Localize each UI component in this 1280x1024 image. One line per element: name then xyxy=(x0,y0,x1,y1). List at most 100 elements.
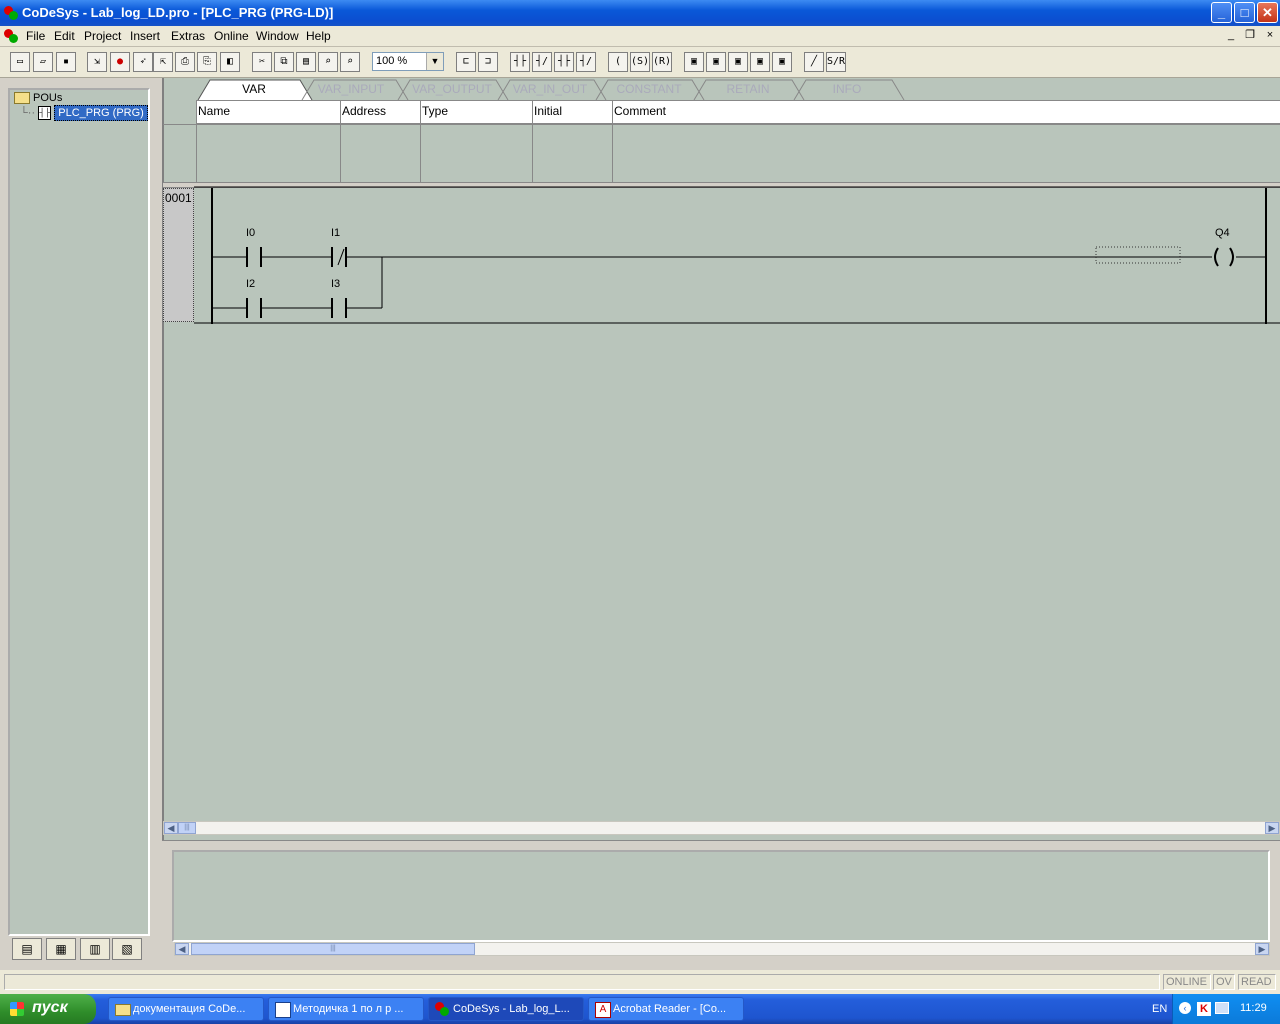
maximize-button[interactable]: □ xyxy=(1234,2,1255,23)
scroll-left-icon[interactable]: ◀ xyxy=(164,822,178,834)
contact-label[interactable]: I2 xyxy=(246,278,255,290)
antivirus-icon[interactable]: K xyxy=(1197,1002,1211,1016)
document-icon[interactable] xyxy=(4,29,18,43)
taskbar-item-codesys[interactable]: CoDeSys - Lab_log_L... xyxy=(428,997,584,1021)
logout-icon[interactable]: ⇱ xyxy=(153,52,173,72)
open-folder-icon[interactable]: ▱ xyxy=(33,52,53,72)
tab-info[interactable]: INFO xyxy=(804,80,890,99)
stop-icon[interactable]: ● xyxy=(110,52,130,72)
minimize-button[interactable]: _ xyxy=(1211,2,1232,23)
save-icon[interactable]: ▪ xyxy=(56,52,76,72)
zoom-select[interactable]: 100 % ▼ xyxy=(372,52,444,71)
replace-icon[interactable]: ⌕ xyxy=(340,52,360,72)
function-block-icon[interactable]: ▣ xyxy=(684,52,704,72)
insert-network-before-icon[interactable]: ⊐ xyxy=(478,52,498,72)
language-indicator[interactable]: EN xyxy=(1152,1003,1167,1015)
clock: 11:29 xyxy=(1240,1002,1267,1014)
tab-var-input[interactable]: VAR_INPUT xyxy=(310,80,392,99)
login-icon[interactable]: ⇲ xyxy=(87,52,107,72)
print-preview-icon[interactable]: ⎘ xyxy=(197,52,217,72)
system-tray: ‹ K 11:29 xyxy=(1172,994,1280,1024)
mdi-restore-button[interactable]: ❐ xyxy=(1243,29,1257,42)
tab-visualizations-icon[interactable]: ▥ xyxy=(80,938,110,960)
contact-icon[interactable]: ┤├ xyxy=(510,52,530,72)
tab-datatypes-icon[interactable]: ▦ xyxy=(46,938,76,960)
contact-i2[interactable] xyxy=(246,298,262,318)
scroll-left-icon[interactable]: ◀ xyxy=(175,943,189,955)
tab-var[interactable]: VAR xyxy=(212,80,296,99)
tab-pous-icon[interactable]: ▤ xyxy=(12,938,42,960)
col-comment[interactable]: Comment xyxy=(614,104,666,118)
pou-tree[interactable]: POUs └·· ┤├ PLC_PRG (PRG) xyxy=(8,88,150,936)
tab-retain[interactable]: RETAIN xyxy=(704,80,792,99)
network-number[interactable]: 0001 xyxy=(163,188,194,322)
menu-online[interactable]: Online xyxy=(214,29,249,43)
new-file-icon[interactable]: ▭ xyxy=(10,52,30,72)
contact-label[interactable]: I1 xyxy=(331,227,340,239)
print-icon[interactable]: ⎙ xyxy=(175,52,195,72)
negate-icon[interactable]: ╱ xyxy=(804,52,824,72)
start-button[interactable]: пуск xyxy=(0,994,96,1024)
contact-label[interactable]: I0 xyxy=(246,227,255,239)
tab-constant[interactable]: CONSTANT xyxy=(606,80,692,99)
menu-edit[interactable]: Edit xyxy=(54,29,75,43)
tree-item-plc-prg[interactable]: └·· ┤├ PLC_PRG (PRG) xyxy=(20,104,148,121)
menu-insert[interactable]: Insert xyxy=(130,29,160,43)
tray-expand-icon[interactable]: ‹ xyxy=(1179,1002,1191,1014)
col-type[interactable]: Type xyxy=(422,104,448,118)
trigger-block-icon[interactable]: ▣ xyxy=(750,52,770,72)
status-online: ONLINE xyxy=(1163,974,1211,990)
parallel-negated-contact-icon[interactable]: ┤/├ xyxy=(576,52,596,72)
taskbar-item-word[interactable]: Методичка 1 по л р ... xyxy=(268,997,424,1021)
menu-window[interactable]: Window xyxy=(256,29,299,43)
coil-label[interactable]: Q4 xyxy=(1215,227,1230,239)
taskbar-item-acrobat[interactable]: A Acrobat Reader - [Co... xyxy=(588,997,744,1021)
find-icon[interactable]: ⌕ xyxy=(318,52,338,72)
scroll-thumb[interactable]: ||| xyxy=(178,822,196,834)
status-bar: ONLINE OV READ xyxy=(0,970,1280,994)
insert-network-after-icon[interactable]: ⊏ xyxy=(456,52,476,72)
reset-coil-icon[interactable]: (R) xyxy=(652,52,672,72)
tree-root-pous[interactable]: POUs xyxy=(14,92,62,105)
contact-label[interactable]: I3 xyxy=(331,278,340,290)
tab-resources-icon[interactable]: ▧ xyxy=(112,938,142,960)
menu-file[interactable]: File xyxy=(26,29,45,43)
coil-icon[interactable]: ( ) xyxy=(608,52,628,72)
negated-contact-icon[interactable]: ┤/├ xyxy=(532,52,552,72)
timer-block-icon[interactable]: ▣ xyxy=(706,52,726,72)
menu-project[interactable]: Project xyxy=(84,29,121,43)
box-icon[interactable]: ▣ xyxy=(772,52,792,72)
message-window[interactable] xyxy=(172,850,1270,942)
menu-extras[interactable]: Extras xyxy=(171,29,205,43)
editor-horizontal-scrollbar[interactable]: ◀ ||| ▶ xyxy=(163,821,1280,835)
scroll-thumb[interactable]: ||| xyxy=(191,943,475,955)
chevron-down-icon[interactable]: ▼ xyxy=(426,53,443,70)
taskbar-item-explorer[interactable]: документация CoDe... xyxy=(108,997,264,1021)
network-icon[interactable] xyxy=(1215,1002,1229,1014)
mdi-minimize-button[interactable]: _ xyxy=(1224,29,1238,42)
col-name[interactable]: Name xyxy=(198,104,230,118)
coil-q4[interactable] xyxy=(1214,247,1234,267)
contact-i1-negated[interactable] xyxy=(331,247,347,267)
menu-help[interactable]: Help xyxy=(306,29,331,43)
contact-i3[interactable] xyxy=(331,298,347,318)
counter-block-icon[interactable]: ▣ xyxy=(728,52,748,72)
parallel-contact-icon[interactable]: ┤├ xyxy=(554,52,574,72)
col-initial[interactable]: Initial xyxy=(534,104,562,118)
tab-var-output[interactable]: VAR_OUTPUT xyxy=(408,80,496,99)
run-icon[interactable]: ➶ xyxy=(133,52,153,72)
paste-icon[interactable]: ▤ xyxy=(296,52,316,72)
message-horizontal-scrollbar[interactable]: ◀ ||| ▶ xyxy=(174,942,1270,956)
col-address[interactable]: Address xyxy=(342,104,386,118)
watch-icon[interactable]: ◧ xyxy=(220,52,240,72)
tab-var-in-out[interactable]: VAR_IN_OUT xyxy=(508,80,592,99)
scroll-right-icon[interactable]: ▶ xyxy=(1265,822,1279,834)
contact-i0[interactable] xyxy=(246,247,262,267)
close-button[interactable]: ✕ xyxy=(1257,2,1278,23)
set-reset-icon[interactable]: S/R xyxy=(826,52,846,72)
cut-icon[interactable]: ✂ xyxy=(252,52,272,72)
copy-icon[interactable]: ⧉ xyxy=(274,52,294,72)
set-coil-icon[interactable]: (S) xyxy=(630,52,650,72)
mdi-close-button[interactable]: × xyxy=(1263,29,1277,42)
scroll-right-icon[interactable]: ▶ xyxy=(1255,943,1269,955)
